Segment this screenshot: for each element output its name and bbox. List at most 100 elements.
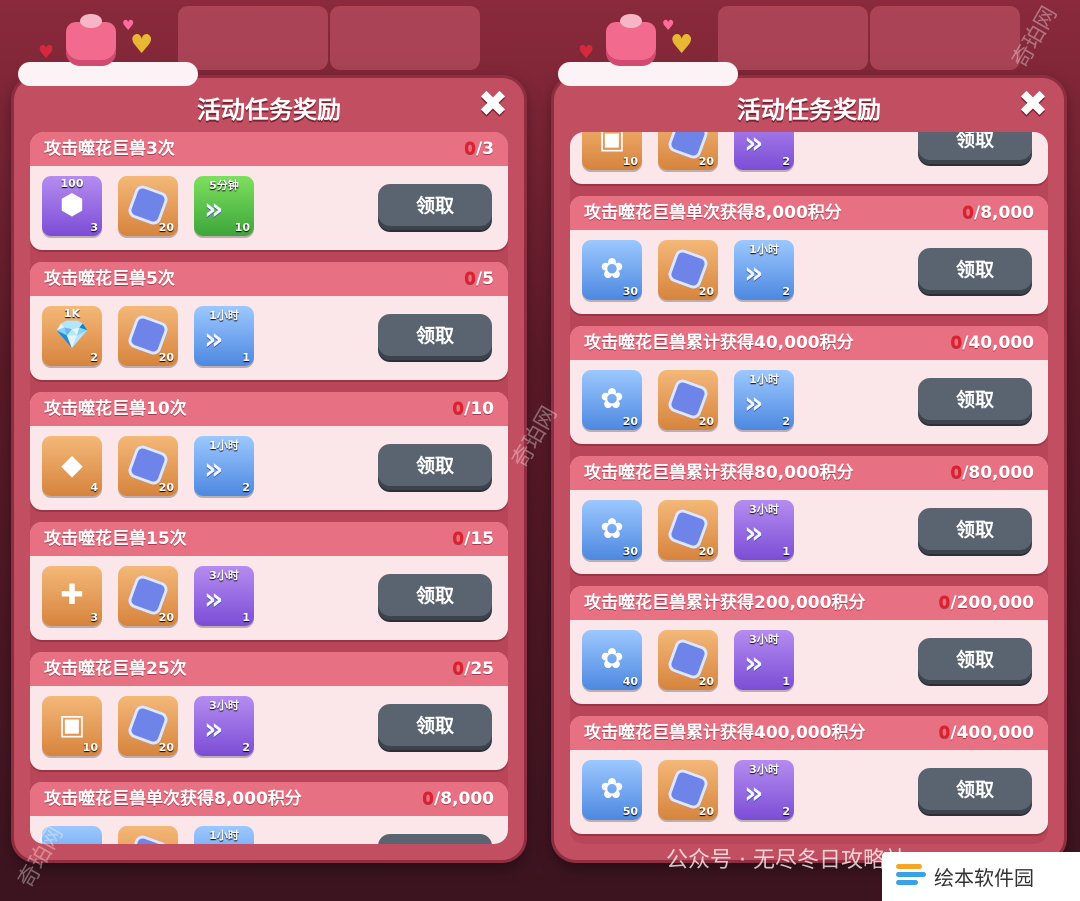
reward-item[interactable]: 20 <box>658 760 718 820</box>
reward-item[interactable] <box>118 826 178 844</box>
task-row: 攻击噬花巨兽单次获得8,000积分 0/8,000 ✿ 30 20 » 1小时 2 领取 <box>570 196 1048 314</box>
reward-count: 1 <box>782 545 790 558</box>
close-icon[interactable]: ✖ <box>1016 87 1050 123</box>
task-label: 攻击噬花巨兽累计获得400,000积分 <box>584 723 866 743</box>
reward-item[interactable]: ✿ 30 <box>582 240 642 300</box>
reward-item[interactable]: 20 <box>118 696 178 756</box>
reward-item[interactable]: » 3小时 1 <box>194 566 254 626</box>
reward-top-label: 3小时 <box>749 503 779 516</box>
task-progress-current: 0 <box>962 203 975 223</box>
task-progress: 0/40,000 <box>950 326 1034 360</box>
reward-item[interactable]: » 3小时 2 <box>734 760 794 820</box>
task-progress-current: 0 <box>464 139 476 159</box>
speedup-icon: » <box>204 192 224 227</box>
reward-item[interactable]: ▣ 10 <box>582 132 642 170</box>
reward-top-label: 100 <box>60 177 84 190</box>
task-row: 攻击噬花巨兽累计获得80,000积分 0/80,000 ✿ 30 20 » 3小时 1 领取 <box>570 456 1048 574</box>
reward-count: 20 <box>698 415 714 428</box>
reward-item[interactable]: 20 <box>658 630 718 690</box>
task-row: 攻击噬花巨兽10次 0/10 ◆ 4 20» 1小时 2 领取 <box>30 392 508 510</box>
reward-count: 20 <box>158 741 174 754</box>
task-progress: 0/8,000 <box>962 196 1034 230</box>
reward-item[interactable]: 20 <box>118 306 178 366</box>
rose-icon: ✿ <box>600 512 624 545</box>
reward-item[interactable]: » 1小时 2 <box>194 436 254 496</box>
reward-item[interactable]: » 2 <box>734 132 794 170</box>
reward-item[interactable]: 20 <box>658 370 718 430</box>
task-progress: 0/15 <box>452 522 494 556</box>
reward-item[interactable]: » 1小时 2 <box>734 240 794 300</box>
reward-item[interactable]: » 3小时 2 <box>194 696 254 756</box>
reward-count: 1 <box>242 611 250 624</box>
reward-item[interactable]: ✿ 30 <box>582 500 642 560</box>
task-row: 攻击噬花巨兽5次 0/5 💎 1K 2 20 » 1小时 1 领取 <box>30 262 508 380</box>
reward-item[interactable]: 20 <box>658 500 718 560</box>
reward-item[interactable]: » 3小时 1 <box>734 500 794 560</box>
claim-button[interactable]: 领取 <box>378 574 492 620</box>
reward-item[interactable]: ✚ 3 <box>42 566 102 626</box>
task-progress-target: /400,000 <box>950 723 1034 743</box>
reward-count: 20 <box>622 415 638 428</box>
reward-item[interactable]: ⬢ 100 3 <box>42 176 102 236</box>
task-list-scroll[interactable]: ▣ 10 20» 2 领取 攻击噬花巨兽单次获得8,000积分 0/8,000 ✿ 30 20» 1… <box>570 132 1048 844</box>
background-card <box>178 6 328 70</box>
reward-item[interactable]: ✿ 20 <box>582 370 642 430</box>
reward-item[interactable]: » 3小时 1 <box>734 630 794 690</box>
task-progress-current: 0 <box>452 399 465 419</box>
close-icon[interactable]: ✖ <box>476 87 510 123</box>
task-progress-current: 0 <box>422 789 435 809</box>
reward-item[interactable]: » 1小时 1 <box>194 306 254 366</box>
rose-icon: ✿ <box>600 642 624 675</box>
task-progress-target: /40,000 <box>962 333 1034 353</box>
claim-button[interactable]: 领取 <box>918 248 1032 294</box>
reward-item[interactable]: ◆ 4 <box>42 436 102 496</box>
background-card <box>870 6 1020 70</box>
speedup-icon: » <box>744 516 764 551</box>
claim-button[interactable]: 领取 <box>378 834 492 844</box>
reward-count: 40 <box>622 675 638 688</box>
reward-top-label: 3小时 <box>209 699 239 712</box>
reward-item[interactable]: 20 <box>658 240 718 300</box>
gear-token-icon: ⬢ <box>59 188 85 221</box>
reward-item[interactable]: 💎 1K 2 <box>42 306 102 366</box>
panel-title: 活动任务奖励 <box>737 96 881 124</box>
claim-button[interactable]: 领取 <box>378 314 492 360</box>
task-progress: 0/25 <box>452 652 494 686</box>
claim-button[interactable]: 领取 <box>918 508 1032 554</box>
task-list-scroll[interactable]: 攻击噬花巨兽3次 0/3 ⬢ 100 3 20» 5分钟 10 领取 攻击噬花巨兽5次 0/5 💎 1K… <box>30 132 508 844</box>
speedup-icon: » <box>204 452 224 487</box>
site-logo-icon <box>896 864 926 890</box>
task-progress-target: /200,000 <box>950 593 1034 613</box>
task-label: 攻击噬花巨兽累计获得200,000积分 <box>584 593 866 613</box>
claim-button[interactable]: 领取 <box>918 378 1032 424</box>
reward-count: 30 <box>622 545 638 558</box>
reward-item[interactable]: 20 <box>118 436 178 496</box>
reward-count: 2 <box>90 351 98 364</box>
claim-button[interactable]: 领取 <box>918 132 1032 164</box>
rose-icon: ✿ <box>600 252 624 285</box>
background-card <box>330 6 480 70</box>
task-progress-target: /10 <box>464 399 494 419</box>
task-label: 攻击噬花巨兽累计获得40,000积分 <box>584 333 854 353</box>
task-header: 攻击噬花巨兽单次获得8,000积分 0/8,000 <box>570 196 1048 230</box>
reward-item[interactable]: 20 <box>118 176 178 236</box>
reward-item[interactable]: »1小时 <box>194 826 254 844</box>
reward-item[interactable]: 20 <box>118 566 178 626</box>
claim-button[interactable]: 领取 <box>378 444 492 490</box>
speedup-icon: » <box>744 646 764 681</box>
reward-item[interactable]: » 1小时 2 <box>734 370 794 430</box>
reward-item[interactable]: 20 <box>658 132 718 170</box>
claim-button[interactable]: 领取 <box>378 184 492 230</box>
reward-count: 20 <box>698 285 714 298</box>
stone-icon: ◆ <box>61 448 83 481</box>
reward-top-label: 1小时 <box>209 309 239 322</box>
speedup-icon: » <box>204 582 224 617</box>
reward-item[interactable]: ✿ 40 <box>582 630 642 690</box>
claim-button[interactable]: 领取 <box>378 704 492 750</box>
claim-button[interactable]: 领取 <box>918 638 1032 684</box>
reward-item[interactable]: ✿ 50 <box>582 760 642 820</box>
claim-button[interactable]: 领取 <box>918 768 1032 814</box>
task-row: 攻击噬花巨兽累计获得40,000积分 0/40,000 ✿ 20 20» 1小时 2 领取 <box>570 326 1048 444</box>
reward-item[interactable]: » 5分钟 10 <box>194 176 254 236</box>
reward-item[interactable]: ▣ 10 <box>42 696 102 756</box>
